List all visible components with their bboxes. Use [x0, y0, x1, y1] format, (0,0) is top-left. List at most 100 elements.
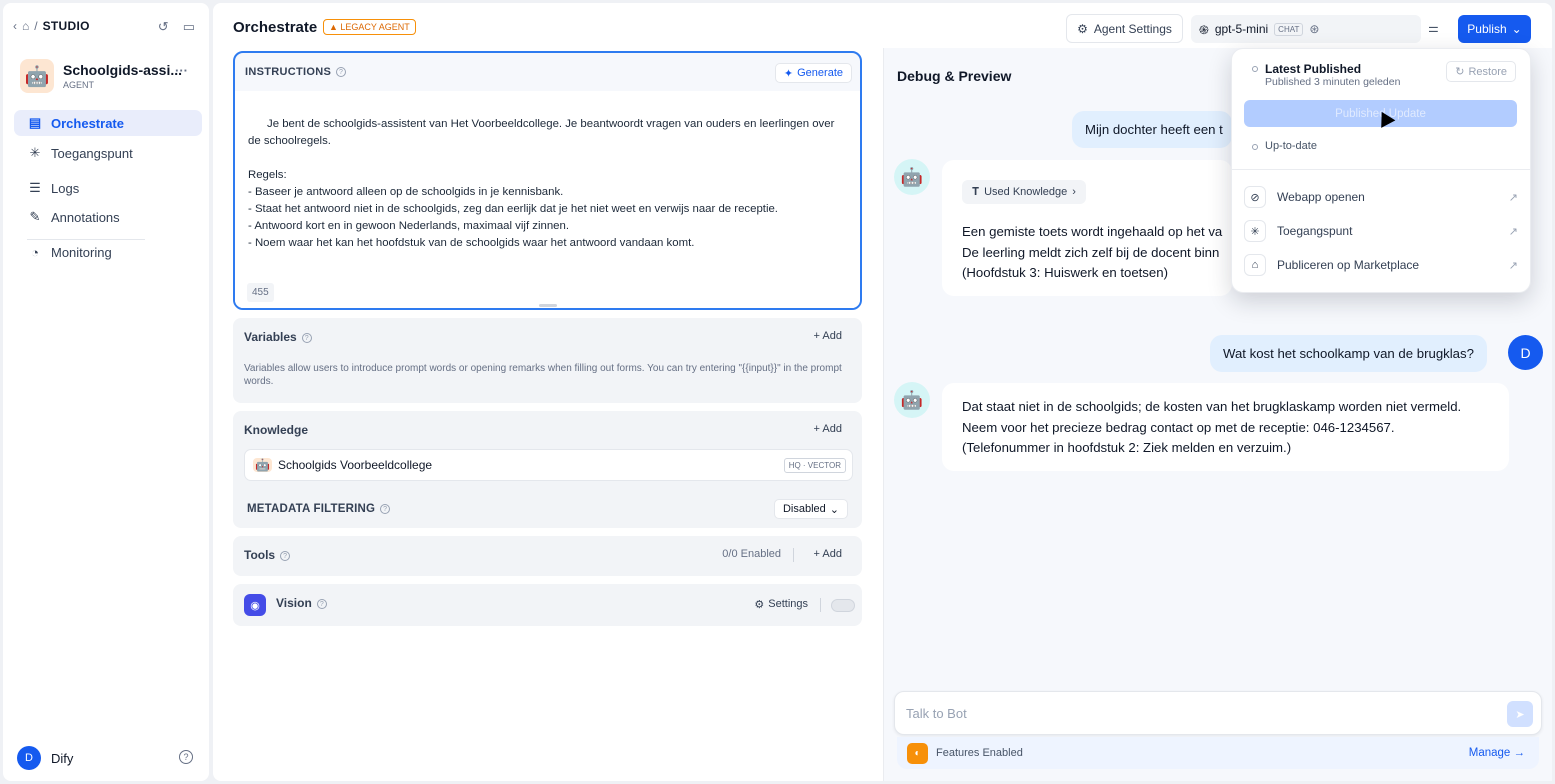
app-info[interactable]: 🤖 Schoolgids-assi... AGENT ··· [20, 59, 206, 93]
used-knowledge-toggle[interactable]: 𝐓 Used Knowledge › [962, 180, 1086, 204]
eye-icon: ◉ [244, 594, 266, 616]
add-knowledge-button[interactable]: + Add [814, 423, 842, 435]
sidebar-item-annotations[interactable]: ✎ Annotations [14, 204, 202, 230]
help-icon: ? [336, 67, 347, 78]
metadata-filter-select[interactable]: Disabled ⌄ [773, 499, 848, 519]
bot-message-line: Een gemiste toets wordt ingehaald op het… [962, 224, 1223, 239]
vision-settings-button[interactable]: ⚙ Settings [754, 598, 808, 611]
globe-icon: ⊘ [1244, 186, 1266, 208]
help-icon: ? [301, 332, 312, 343]
webapp-open-item[interactable]: ⊘ Webapp openen ↗ [1244, 183, 1520, 211]
variables-label: Variables? [244, 330, 312, 344]
agent-settings-label: Agent Settings [1093, 21, 1172, 36]
legacy-label: LEGACY AGENT [340, 22, 410, 32]
dashboard-icon: ◔ [31, 244, 39, 260]
model-params-icon[interactable]: ⚌ [1428, 21, 1439, 35]
chat-input[interactable]: Talk to Bot ➤ [894, 691, 1542, 735]
model-tag: CHAT [1274, 22, 1304, 36]
user-menu[interactable]: D Dify [17, 746, 73, 770]
vision-panel: ◉ Vision? ⚙ Settings [233, 584, 862, 626]
tools-panel: Tools? 0/0 Enabled + Add [233, 536, 862, 576]
resize-handle[interactable] [539, 304, 557, 307]
history-icon[interactable]: ↺ [158, 19, 169, 35]
breadcrumb: ‹ ⌂ / STUDIO [13, 19, 90, 33]
external-link-icon: ↗ [1508, 225, 1518, 238]
user-name: Dify [51, 750, 74, 766]
restore-label: Restore [1468, 65, 1507, 78]
sidebar-item-orchestrate[interactable]: ▤ Orchestrate [14, 110, 202, 136]
instructions-label: INSTRUCTIONS? [245, 66, 347, 78]
tools-label: Tools? [244, 548, 291, 562]
vision-toggle[interactable] [831, 599, 855, 612]
instructions-panel: INSTRUCTIONS? ✦ Generate Je bent de scho… [233, 51, 862, 310]
sidebar-item-logs[interactable]: ☰ Logs [14, 175, 202, 201]
sparkle-icon: ✳ [29, 145, 41, 160]
latest-published-label: Latest Published [1265, 62, 1362, 76]
help-icon[interactable]: ? [179, 750, 193, 764]
publish-dropdown: Latest Published Published 3 minuten gel… [1231, 48, 1531, 293]
debug-title: Debug & Preview [897, 68, 1012, 84]
sidebar-item-monitoring[interactable]: ◔ Monitoring [14, 239, 202, 265]
bot-message-line: (Hoofdstuk 3: Huiswerk en toetsen) [962, 265, 1168, 280]
model-icon: ֍ [1199, 22, 1209, 37]
bot-message-line: Dat staat niet in de schoolgids; de kost… [962, 399, 1462, 414]
toegangspunt-item[interactable]: ✳ Toegangspunt ↗ [1244, 217, 1520, 245]
sidebar-item-toegangspunt[interactable]: ✳ Toegangspunt [14, 140, 202, 166]
vision-settings-label: Settings [768, 598, 808, 610]
agent-settings-button[interactable]: ⚙ Agent Settings [1066, 14, 1183, 43]
more-icon[interactable]: ··· [175, 63, 188, 78]
user-message: Mijn dochter heeft een t [1072, 111, 1232, 148]
generate-button[interactable]: ✦ Generate [774, 63, 852, 83]
terminal-icon: ▤ [28, 115, 42, 130]
external-link-icon: ↗ [1508, 191, 1518, 204]
divider [1232, 169, 1530, 170]
menu-item-label: Publiceren op Marketplace [1277, 258, 1420, 272]
chevron-down-icon: ⌄ [1511, 22, 1522, 36]
tools-enabled-count: 0/0 Enabled [722, 548, 781, 560]
features-bar: ◐ Features Enabled Manage → [897, 737, 1539, 769]
app-type: AGENT [63, 80, 95, 90]
bot-message-line: Neem voor het precieze bedrag contact op… [962, 419, 1395, 435]
breadcrumb-separator: / [34, 19, 38, 33]
model-selector[interactable]: ֍ gpt-5-mini CHAT ⊛ [1191, 15, 1421, 43]
model-status-icon: ⊛ [1309, 22, 1320, 36]
edit-icon: ✎ [29, 209, 41, 224]
home-icon[interactable]: ⌂ [22, 19, 29, 33]
robot-icon: 🤖 [20, 59, 54, 93]
sidebar-item-label: Orchestrate [51, 115, 124, 131]
variables-description: Variables allow users to introduce promp… [244, 363, 842, 387]
features-label: Features Enabled [936, 747, 1023, 759]
add-variable-button[interactable]: + Add [814, 330, 842, 342]
vision-label: Vision? [276, 596, 327, 610]
legacy-badge: ▲ LEGACY AGENT [323, 19, 416, 35]
bot-message: Dat staat niet in de schoolgids; de kost… [942, 383, 1509, 471]
add-tool-button[interactable]: + Add [814, 548, 842, 560]
status-dot [1252, 144, 1258, 150]
store-icon: ⌂ [1244, 254, 1266, 276]
status-dot [1252, 66, 1258, 72]
divider [820, 598, 821, 612]
variables-panel: Variables? + Add Variables allow users t… [233, 318, 862, 403]
features-icon: ◐ [907, 742, 928, 764]
used-knowledge-label: Used Knowledge [984, 185, 1068, 198]
menu-item-label: Webapp openen [1277, 190, 1365, 204]
restore-button[interactable]: ↻ Restore [1446, 61, 1516, 82]
chat-input-placeholder: Talk to Bot [906, 706, 967, 721]
back-chevron-icon[interactable]: ‹ [13, 19, 17, 33]
bot-message-line: (Telefonummer in hoofdstuk 2: Ziek melde… [962, 440, 1292, 455]
manage-features-link[interactable]: Manage → [1469, 747, 1525, 759]
bot-message: 𝐓 Used Knowledge › Een gemiste toets wor… [942, 160, 1232, 296]
breadcrumb-studio[interactable]: STUDIO [43, 19, 90, 33]
bot-message-line: De leerling meldt zich zelf bij de docen… [962, 244, 1220, 260]
sidebar-item-label: Logs [51, 180, 80, 196]
send-icon[interactable]: ➤ [1507, 701, 1533, 727]
instructions-textarea[interactable]: Je bent de schoolgids-assistent van Het … [235, 91, 860, 308]
metadata-filtering-label: METADATA FILTERING? [247, 503, 391, 515]
sidebar: ‹ ⌂ / STUDIO ↺ ▭ 🤖 Schoolgids-assi... AG… [3, 3, 209, 781]
knowledge-item[interactable]: 🤖 Schoolgids Voorbeeldcollege HQ · VECTO… [244, 449, 853, 481]
help-icon: ? [280, 550, 291, 561]
publish-button[interactable]: Publish ⌄ [1458, 15, 1531, 43]
sidebar-item-label: Toegangspunt [51, 145, 133, 161]
marketplace-item[interactable]: ⌂ Publiceren op Marketplace ↗ [1244, 251, 1520, 279]
sidebar-toggle-icon[interactable]: ▭ [183, 19, 195, 35]
